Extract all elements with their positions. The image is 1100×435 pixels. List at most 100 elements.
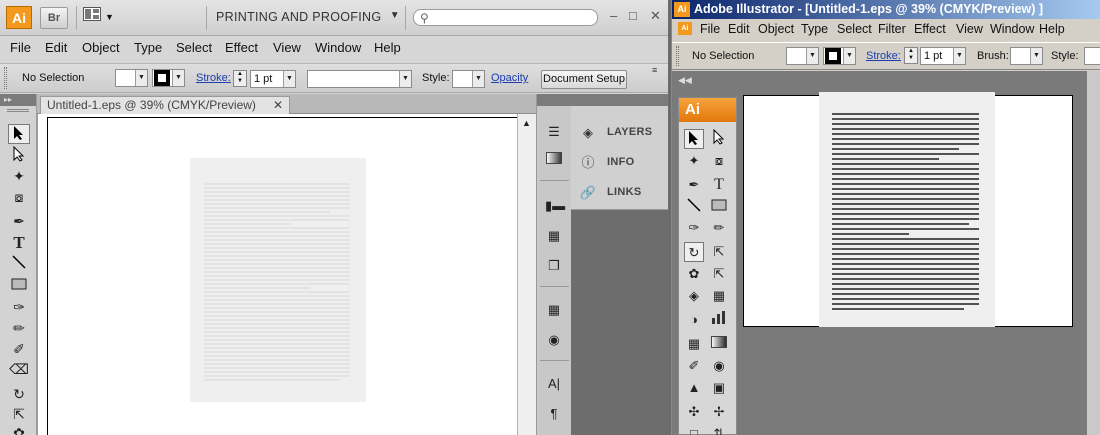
graphic-style-dropdown[interactable]: ▼: [452, 70, 485, 88]
scale-tool-icon[interactable]: ⇱: [709, 242, 729, 262]
stroke-weight-field[interactable]: 1 pt ▼: [250, 70, 296, 88]
selection-tool-icon[interactable]: [684, 129, 704, 149]
dock-header[interactable]: [571, 94, 668, 106]
menu-help[interactable]: Help: [1039, 22, 1065, 36]
free-transform-tool-icon[interactable]: ⇱: [709, 264, 729, 284]
rectangle-tool-icon[interactable]: [8, 275, 30, 295]
graphic-style-dropdown[interactable]: [1084, 47, 1100, 65]
paintbrush-tool-icon[interactable]: ✑: [684, 218, 704, 238]
search-field[interactable]: ⚲: [413, 9, 598, 26]
paintbrush-tool-icon[interactable]: ✑: [8, 297, 30, 317]
rotate-tool-icon[interactable]: ↻: [684, 242, 704, 262]
scale-tool-icon[interactable]: ⇱: [8, 404, 30, 424]
warp-tool-icon[interactable]: ✿: [684, 264, 704, 284]
scroll-up-icon[interactable]: ▲: [522, 118, 531, 128]
vertical-scrollbar[interactable]: [1086, 71, 1100, 435]
hand-tool-icon[interactable]: ⇅: [709, 424, 729, 435]
column-graph-tool-icon[interactable]: [709, 310, 729, 330]
type-tool-icon[interactable]: T: [709, 175, 729, 195]
lasso-tool-icon[interactable]: ⧇: [8, 187, 30, 207]
stroke-weight-field[interactable]: 1 pt ▼: [920, 47, 966, 65]
pathfinder-panel-icon[interactable]: ❐: [545, 258, 563, 274]
document-setup-button[interactable]: Document Setup: [541, 70, 627, 89]
paragraph-panel-icon[interactable]: ¶: [545, 406, 563, 422]
blend-tool-icon[interactable]: ◉: [709, 356, 729, 376]
menu-view[interactable]: View: [956, 22, 983, 36]
warp-tool-icon[interactable]: ✿: [8, 423, 30, 435]
menu-file[interactable]: File: [700, 22, 720, 36]
menu-edit[interactable]: Edit: [728, 22, 750, 36]
magic-wand-tool-icon[interactable]: ✦: [684, 151, 704, 171]
blob-brush-tool-icon[interactable]: ✐: [8, 339, 30, 359]
live-paint-selection-tool-icon[interactable]: ▦: [709, 286, 729, 306]
scissors-tool-icon[interactable]: □: [684, 424, 704, 435]
menu-window[interactable]: Window: [990, 22, 1034, 36]
align-panel-icon[interactable]: ▮▬: [545, 198, 565, 214]
fill-color-dropdown[interactable]: ▼: [115, 69, 148, 87]
gradient-tool-icon[interactable]: [709, 334, 729, 354]
selection-tool-icon[interactable]: [8, 124, 30, 144]
close-icon[interactable]: ✕: [650, 8, 661, 24]
menu-select[interactable]: Select: [837, 22, 872, 36]
menu-help[interactable]: Help: [374, 40, 401, 55]
live-paint-selection-icon[interactable]: ▣: [709, 378, 729, 398]
menu-view[interactable]: View: [273, 40, 301, 55]
menu-object[interactable]: Object: [82, 40, 120, 55]
menu-effect[interactable]: Effect: [914, 22, 946, 36]
opacity-panel-link[interactable]: Opacity: [491, 72, 528, 84]
magic-wand-tool-icon[interactable]: ✦: [8, 166, 30, 186]
stroke-weight-stepper[interactable]: ▲ ▼: [904, 47, 918, 64]
pen-tool-icon[interactable]: ✒: [684, 175, 704, 195]
pencil-tool-icon[interactable]: ✏: [8, 318, 30, 338]
menu-type[interactable]: Type: [134, 40, 162, 55]
lasso-tool-icon[interactable]: ⧇: [709, 151, 729, 171]
fill-color-dropdown[interactable]: ▼: [786, 47, 819, 65]
artboard-tool-icon[interactable]: ✣: [684, 402, 704, 422]
brush-dropdown[interactable]: ▼: [1010, 47, 1043, 65]
line-segment-tool-icon[interactable]: [684, 197, 704, 217]
menu-object[interactable]: Object: [758, 22, 794, 36]
swatches-panel-icon[interactable]: ▦: [545, 302, 563, 318]
bridge-button[interactable]: Br: [40, 7, 68, 29]
links-panel-tab[interactable]: LINKS: [607, 186, 642, 198]
expand-tools-chevron-icon[interactable]: ▸▸: [0, 94, 36, 106]
rectangle-tool-icon[interactable]: [709, 197, 729, 217]
line-segment-tool-icon[interactable]: [8, 254, 30, 274]
rotate-tool-icon[interactable]: ↻: [8, 384, 30, 404]
info-panel-tab[interactable]: INFO: [607, 156, 634, 168]
panel-grip[interactable]: [4, 67, 7, 89]
panel-menu-icon[interactable]: ≡: [652, 65, 657, 75]
stroke-panel-link[interactable]: Stroke:: [866, 50, 901, 62]
stroke-color-dropdown[interactable]: ▼: [823, 47, 856, 65]
document-icon[interactable]: Ai: [678, 22, 692, 35]
menu-file[interactable]: File: [10, 40, 31, 55]
transform-panel-icon[interactable]: ▦: [545, 228, 563, 244]
menu-edit[interactable]: Edit: [45, 40, 67, 55]
dock-header[interactable]: [537, 94, 572, 106]
panel-grip[interactable]: [676, 46, 679, 66]
document-tab[interactable]: Untitled-1.eps @ 39% (CMYK/Preview) ✕: [40, 96, 290, 114]
minimize-icon[interactable]: –: [610, 8, 617, 23]
slice-tool-icon[interactable]: ✢: [709, 402, 729, 422]
menu-effect[interactable]: Effect: [225, 40, 258, 55]
menu-select[interactable]: Select: [176, 40, 212, 55]
arrange-documents-chevron-icon[interactable]: ▼: [105, 12, 114, 22]
gradient-panel-icon[interactable]: [545, 152, 563, 168]
character-panel-icon[interactable]: A|: [545, 376, 563, 392]
menu-window[interactable]: Window: [315, 40, 361, 55]
workspace-switcher[interactable]: PRINTING AND PROOFING ▼: [216, 10, 400, 27]
vertical-scrollbar[interactable]: ▲: [517, 114, 536, 435]
tools-grip[interactable]: [7, 109, 29, 112]
menu-filter[interactable]: Filter: [878, 22, 906, 36]
collapse-toolbox-chevron-icon[interactable]: ◀◀: [678, 75, 692, 86]
eraser-tool-icon[interactable]: ⌫: [8, 359, 30, 379]
menu-type[interactable]: Type: [801, 22, 828, 36]
appearance-panel-icon[interactable]: ◉: [545, 332, 563, 348]
brush-definition-dropdown[interactable]: ▼: [307, 70, 412, 88]
direct-selection-tool-icon[interactable]: [8, 145, 30, 166]
restore-icon[interactable]: □: [629, 8, 637, 23]
pen-tool-icon[interactable]: ✒: [8, 211, 30, 231]
canvas[interactable]: [37, 114, 518, 435]
close-tab-icon[interactable]: ✕: [273, 97, 283, 114]
direct-selection-tool-icon[interactable]: [709, 128, 729, 149]
